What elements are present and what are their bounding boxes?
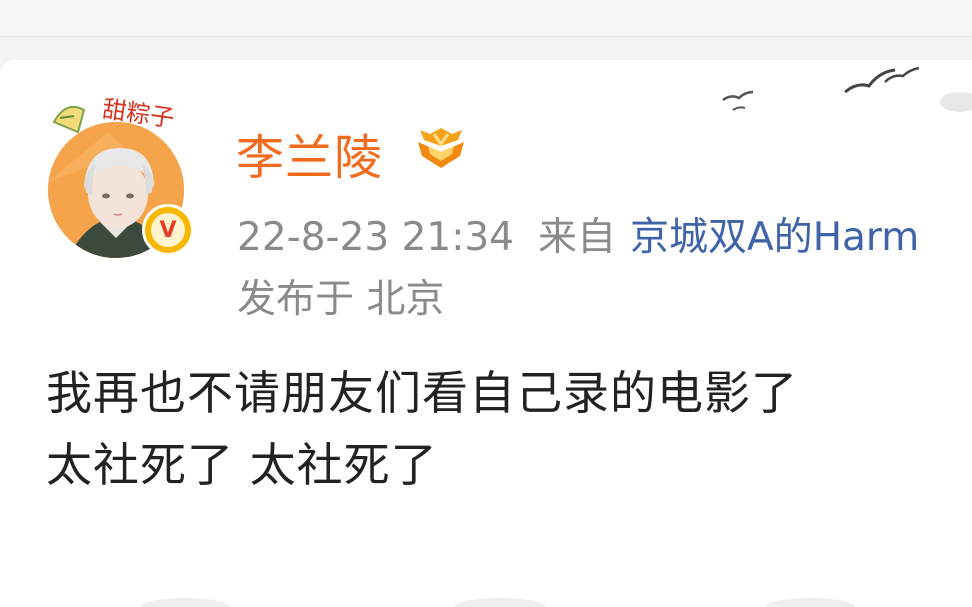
- post-meta: 22-8-23 21:34 来自 京城双A的Harm: [237, 206, 919, 262]
- post-text-line: 我再也不请朋友们看自己录的电影了: [46, 366, 798, 420]
- source-device-link[interactable]: 京城双A的Harm: [630, 215, 919, 260]
- top-bar: [0, 0, 972, 37]
- source-prefix: 来自: [538, 215, 617, 260]
- birds-decoration-icon: [722, 66, 972, 112]
- verified-v-icon: V: [142, 204, 194, 256]
- avatar-badge-letter: V: [151, 213, 185, 247]
- username[interactable]: 李兰陵: [236, 118, 383, 188]
- post-timestamp: 22-8-23 21:34: [237, 215, 514, 260]
- user-avatar[interactable]: 甜粽子 V: [42, 88, 202, 258]
- post-location: 发布于 北京: [237, 277, 445, 322]
- vip-crown-badge-icon[interactable]: [414, 124, 468, 172]
- post-content: 我再也不请朋友们看自己录的电影了 太社死了 太社死了: [46, 357, 966, 501]
- bottom-action-shadows: [140, 598, 855, 607]
- post-text-line: 太社死了 太社死了: [46, 438, 438, 492]
